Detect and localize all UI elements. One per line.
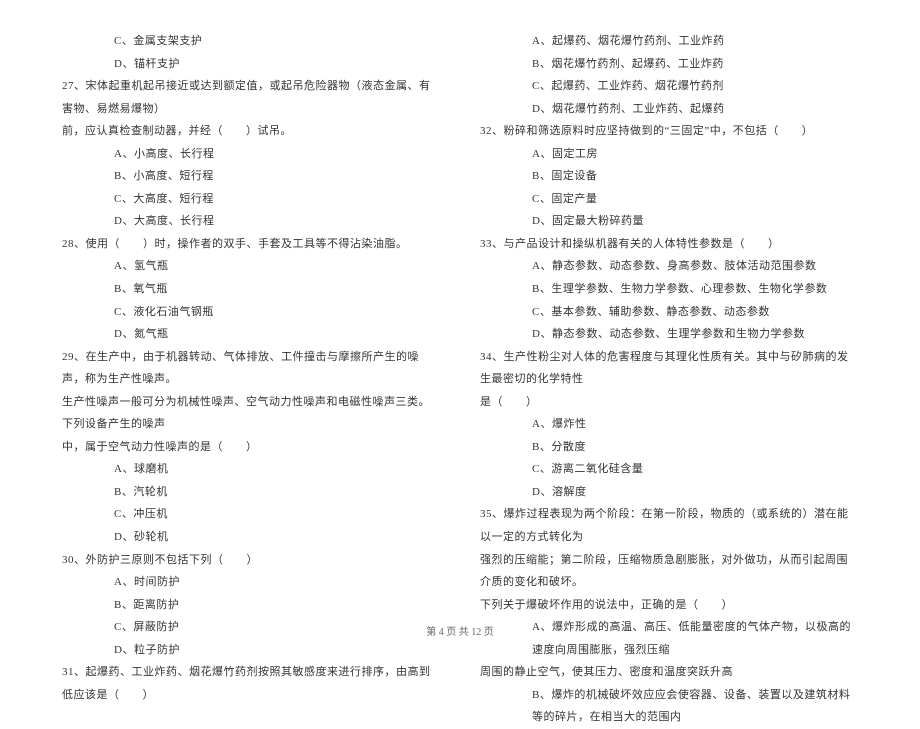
question-stem: 强烈的压缩能；第二阶段，压缩物质急剧膨胀，对外做功，从而引起周围介质的变化和破坏… — [480, 549, 858, 594]
question-stem: 是（ ） — [480, 391, 858, 414]
option-text: D、溶解度 — [480, 481, 858, 504]
option-text: B、小高度、短行程 — [62, 165, 440, 188]
option-text: C、冲压机 — [62, 503, 440, 526]
option-text: A、静态参数、动态参数、身高参数、肢体活动范围参数 — [480, 255, 858, 278]
option-text: C、起爆药、工业炸药、烟花爆竹药剂 — [480, 75, 858, 98]
option-text: D、粒子防护 — [62, 639, 440, 662]
question-stem: 29、在生产中，由于机器转动、气体排放、工件撞击与摩擦所产生的噪声，称为生产性噪… — [62, 346, 440, 391]
option-text: A、爆炸性 — [480, 413, 858, 436]
option-text: C、基本参数、辅助参数、静态参数、动态参数 — [480, 301, 858, 324]
option-text: A、小高度、长行程 — [62, 143, 440, 166]
page-footer: 第 4 页 共 12 页 — [0, 623, 920, 638]
question-stem: 生产性噪声一般可分为机械性噪声、空气动力性噪声和电磁性噪声三类。下列设备产生的噪… — [62, 391, 440, 436]
option-text: D、静态参数、动态参数、生理学参数和生物力学参数 — [480, 323, 858, 346]
option-text: A、氢气瓶 — [62, 255, 440, 278]
option-text: A、球磨机 — [62, 458, 440, 481]
question-stem: 34、生产性粉尘对人体的危害程度与其理化性质有关。其中与矽肺病的发生最密切的化学… — [480, 346, 858, 391]
option-text: C、金属支架支护 — [62, 30, 440, 53]
question-stem: 下列关于爆破坏作用的说法中，正确的是（ ） — [480, 594, 858, 617]
option-text: B、固定设备 — [480, 165, 858, 188]
option-text: A、时间防护 — [62, 571, 440, 594]
option-text: C、游离二氧化硅含量 — [480, 458, 858, 481]
option-text: B、爆炸的机械破坏效应应会使容器、设备、装置以及建筑材料等的碎片，在相当大的范围… — [480, 684, 858, 729]
option-text: D、砂轮机 — [62, 526, 440, 549]
option-text: B、汽轮机 — [62, 481, 440, 504]
option-text: D、锚杆支护 — [62, 53, 440, 76]
question-stem: 30、外防护三原则不包括下列（ ） — [62, 549, 440, 572]
question-stem: 前，应认真检查制动器，并经（ ）试吊。 — [62, 120, 440, 143]
option-text: A、固定工房 — [480, 143, 858, 166]
option-text: B、分散度 — [480, 436, 858, 459]
question-stem: 33、与产品设计和操纵机器有关的人体特性参数是（ ） — [480, 233, 858, 256]
question-stem: 31、起爆药、工业炸药、烟花爆竹药剂按照其敏感度来进行排序，由高到低应该是（ ） — [62, 661, 440, 706]
option-text: D、大高度、长行程 — [62, 210, 440, 233]
option-text: D、氮气瓶 — [62, 323, 440, 346]
exam-page: C、金属支架支护 D、锚杆支护 27、宋体起重机起吊接近或达到额定值，或起吊危险… — [0, 0, 920, 729]
option-text: 周围的静止空气，使其压力、密度和温度突跃升高 — [480, 661, 858, 684]
question-stem: 27、宋体起重机起吊接近或达到额定值，或起吊危险器物（液态金属、有害物、易燃易爆… — [62, 75, 440, 120]
option-text: C、固定产量 — [480, 188, 858, 211]
option-text: A、起爆药、烟花爆竹药剂、工业炸药 — [480, 30, 858, 53]
option-text: D、固定最大粉碎药量 — [480, 210, 858, 233]
option-text: C、大高度、短行程 — [62, 188, 440, 211]
option-text: D、烟花爆竹药剂、工业炸药、起爆药 — [480, 98, 858, 121]
question-stem: 32、粉碎和筛选原料时应坚持做到的“三固定”中，不包括（ ） — [480, 120, 858, 143]
question-stem: 35、爆炸过程表现为两个阶段：在第一阶段，物质的（或系统的）潜在能以一定的方式转… — [480, 503, 858, 548]
option-text: C、液化石油气钢瓶 — [62, 301, 440, 324]
option-text: B、距离防护 — [62, 594, 440, 617]
option-text: B、烟花爆竹药剂、起爆药、工业炸药 — [480, 53, 858, 76]
question-stem: 28、使用（ ）时，操作者的双手、手套及工具等不得沾染油脂。 — [62, 233, 440, 256]
option-text: B、氧气瓶 — [62, 278, 440, 301]
option-text: B、生理学参数、生物力学参数、心理参数、生物化学参数 — [480, 278, 858, 301]
question-stem: 中，属于空气动力性噪声的是（ ） — [62, 436, 440, 459]
